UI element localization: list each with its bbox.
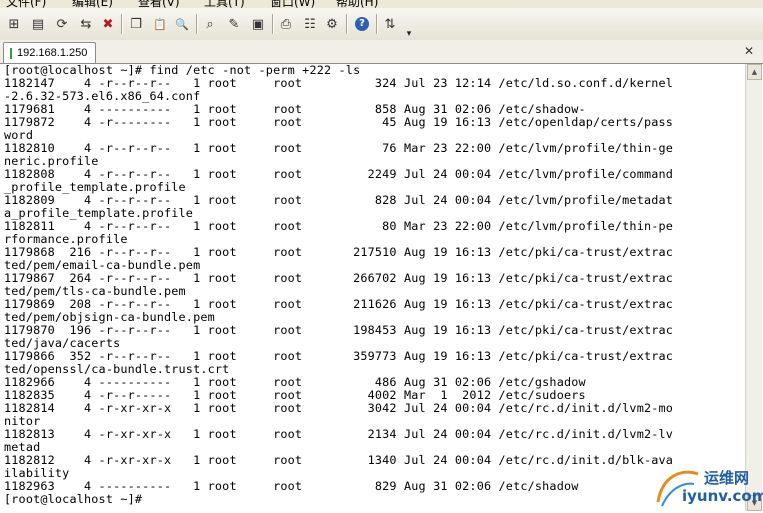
menu-help[interactable]: 帮助(H) [336, 0, 378, 8]
find-next-icon: ⌕ [206, 16, 214, 32]
watermark-text: 运维网 [704, 469, 750, 487]
toolbar-separator [196, 14, 197, 34]
global-options-icon: ⚙ [326, 16, 338, 32]
menu-edit[interactable]: 编辑(E) [72, 0, 113, 8]
open-session-button[interactable]: ▤ [28, 14, 48, 34]
reconnect-all-button[interactable]: ⇆ [76, 14, 96, 34]
find-next-button[interactable]: ⌕ [200, 14, 220, 34]
help-icon: ? [355, 17, 369, 31]
watermark-url: iyunv.com [682, 487, 763, 505]
menu-bar: 文件(F) 编辑(E) 查看(V) 工具(T) 窗口(W) 帮助(H) [0, 0, 763, 8]
log-icon: ✎ [228, 16, 240, 32]
arrow-up-icon: ▲ [751, 68, 758, 76]
menu-file[interactable]: 文件(F) [6, 0, 46, 8]
terminal-line: 1182810 4 -r--r--r-- 1 root root 76 Mar … [4, 141, 674, 155]
disconnect-button[interactable]: ✖ [98, 14, 118, 34]
paste-button[interactable]: 📋 [150, 14, 170, 34]
toolbar-separator [121, 14, 122, 34]
toolbar: ⊞ ▤ ⟳ ⇆ ✖ ❐ 📋 🔍 ⌕ ✎ ▣ ⎙ ☷ ⚙ ? ⇅ ▾ [0, 8, 763, 41]
scroll-up-button[interactable]: ▲ [747, 64, 762, 80]
session-tab-bar: 192.168.1.250 ✕ [0, 40, 763, 64]
terminal-line: 1179872 4 -r-------- 1 root root 45 Aug … [4, 115, 674, 129]
print-button[interactable]: ⎙ [276, 14, 296, 34]
menu-tools[interactable]: 工具(T) [204, 0, 245, 8]
terminal-line: 1182813 4 -r-xr-xr-x 1 root root 2134 Ju… [4, 427, 674, 441]
print-icon: ⎙ [280, 16, 292, 32]
session-options-button[interactable]: ☷ [300, 14, 320, 34]
open-session-icon: ▤ [31, 16, 45, 32]
terminal-line: 1182814 4 -r-xr-xr-x 1 root root 3042 Ju… [4, 401, 674, 415]
tab-label: 192.168.1.250 [17, 47, 88, 59]
connection-status-indicator [10, 47, 12, 59]
paste-icon: 📋 [153, 17, 167, 31]
log-session-button[interactable]: ✎ [224, 14, 244, 34]
toolbar-separator [346, 14, 347, 34]
toolbar-separator [376, 14, 377, 34]
sftp-button[interactable]: ⇅ [380, 14, 400, 34]
session-options-icon: ☷ [304, 16, 316, 32]
toolbar-separator [272, 14, 273, 34]
vertical-scrollbar[interactable]: ▲ ▼ [745, 64, 762, 511]
copy-button[interactable]: ❐ [126, 14, 146, 34]
help-button[interactable]: ? [352, 14, 372, 34]
terminal-output[interactable]: [root@localhost ~]# find /etc -not -perm… [4, 64, 744, 511]
terminal-line: [root@localhost ~]# [4, 492, 143, 506]
watermark-logo: 运维网 iyunv.com [652, 462, 763, 508]
global-options-button[interactable]: ⚙ [322, 14, 342, 34]
find-button[interactable]: 🔍 [172, 14, 192, 34]
new-session-icon: ⊞ [8, 16, 20, 32]
close-icon: ✕ [743, 44, 755, 58]
find-icon: 🔍 [175, 17, 189, 31]
print-screen-button[interactable]: ▣ [248, 14, 268, 34]
reconnect-all-icon: ⇆ [80, 16, 92, 32]
disconnect-icon: ✖ [102, 16, 114, 32]
reconnect-button[interactable]: ⟳ [52, 14, 72, 34]
terminal-line: 1182812 4 -r-xr-xr-x 1 root root 1340 Ju… [4, 453, 674, 467]
menu-window[interactable]: 窗口(W) [270, 0, 315, 8]
toolbar-overflow-button[interactable]: ▾ [404, 28, 414, 40]
new-session-button[interactable]: ⊞ [4, 14, 24, 34]
sftp-icon: ⇅ [384, 16, 396, 32]
print-screen-icon: ▣ [251, 16, 265, 32]
menu-view[interactable]: 查看(V) [138, 0, 180, 8]
close-tab-button[interactable]: ✕ [742, 44, 756, 58]
reconnect-icon: ⟳ [56, 16, 68, 32]
copy-icon: ❐ [130, 16, 142, 32]
tab-session[interactable]: 192.168.1.250 [3, 42, 96, 63]
